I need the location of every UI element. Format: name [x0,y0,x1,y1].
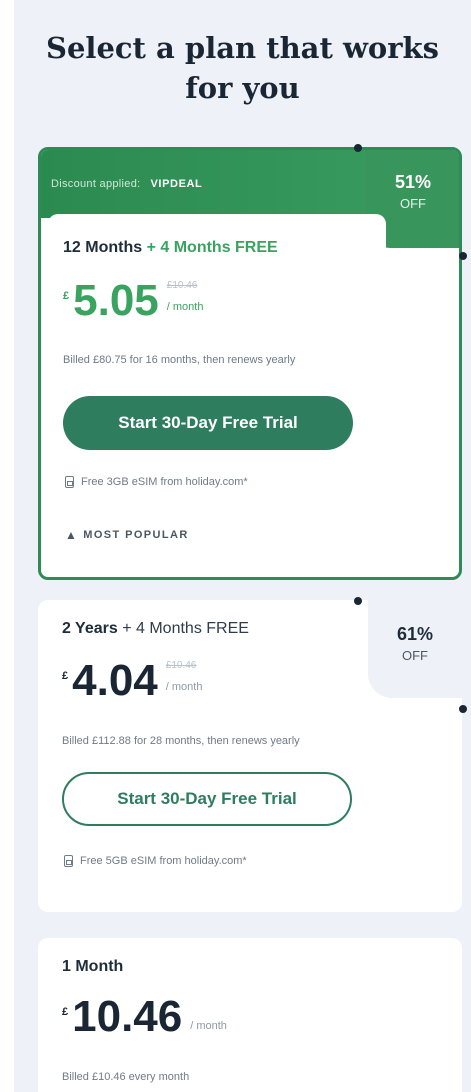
badge-off-label: OFF [402,648,428,663]
corner-dot [459,252,467,260]
old-price: £10.46 [166,280,198,291]
corner-dot [354,597,362,605]
start-trial-button[interactable]: Start 30-Day Free Trial [62,772,352,826]
price-block: £ 5.05 £10.46 / month [63,278,203,324]
popular-text: MOST POPULAR [83,529,189,541]
sim-card-icon [65,476,74,488]
plan-card-12-months[interactable]: Discount applied: VIPDEAL 51% OFF 12 Mont… [38,147,462,580]
discount-label: Discount applied: [51,178,141,190]
badge-percent: 51% [394,172,432,192]
badge-off-label: OFF [400,196,426,211]
price-block: £ 10.46 / month [62,994,227,1040]
discount-badge: 61% OFF [368,600,462,698]
flame-icon: ▲ [65,528,79,542]
per-month-label: / month [165,681,203,693]
plan-duration: 12 Months [63,239,143,256]
billing-info: Billed £80.75 for 16 months, then renews… [63,354,296,366]
plan-title: 1 Month [62,958,124,975]
esim-text: Free 3GB eSIM from holiday.com* [81,476,248,488]
price-amount: 4.04 [72,656,158,705]
plan-card-1-month[interactable]: 1 Month £ 10.46 / month Billed £10.46 ev… [38,938,462,1092]
plan-free-text: + 4 Months FREE [122,620,249,637]
per-month-label: / month [190,1020,227,1032]
currency-symbol: £ [62,670,69,682]
esim-text: Free 5GB eSIM from holiday.com* [80,855,247,867]
corner-dot [354,144,362,152]
discount-code: VIPDEAL [150,178,203,190]
badge-percent: 61% [396,624,434,644]
most-popular-label: ▲ MOST POPULAR [65,528,189,542]
plan-title: 2 Years + 4 Months FREE [62,620,249,638]
billing-info: Billed £112.88 for 28 months, then renew… [62,735,300,747]
currency-symbol: £ [62,1006,69,1018]
per-month-label: / month [166,301,204,313]
page-title: Select a plan that works for you [46,31,439,105]
sim-card-icon [64,855,73,867]
price-block: £ 4.04 £10.46 / month [62,658,202,704]
price-amount: 10.46 [72,992,183,1041]
old-price: £10.46 [165,660,197,671]
esim-offer: Free 5GB eSIM from holiday.com* [64,855,247,867]
plan-card-body: 12 Months + 4 Months FREE £ 5.05 £10.46 … [48,214,386,569]
corner-dot [459,705,467,713]
price-amount: 5.05 [73,276,159,325]
plan-card-2-years[interactable]: 61% OFF 2 Years + 4 Months FREE £ 4.04 £… [38,600,462,912]
plan-free-text: + 4 Months FREE [146,239,278,256]
plan-title: 12 Months + 4 Months FREE [63,239,278,257]
currency-symbol: £ [63,290,70,302]
esim-offer: Free 3GB eSIM from holiday.com* [65,476,248,488]
plan-duration: 2 Years [62,620,118,637]
billing-info: Billed £10.46 every month [62,1071,190,1083]
discount-text: Discount applied: VIPDEAL [51,178,202,190]
start-trial-button[interactable]: Start 30-Day Free Trial [63,396,353,450]
